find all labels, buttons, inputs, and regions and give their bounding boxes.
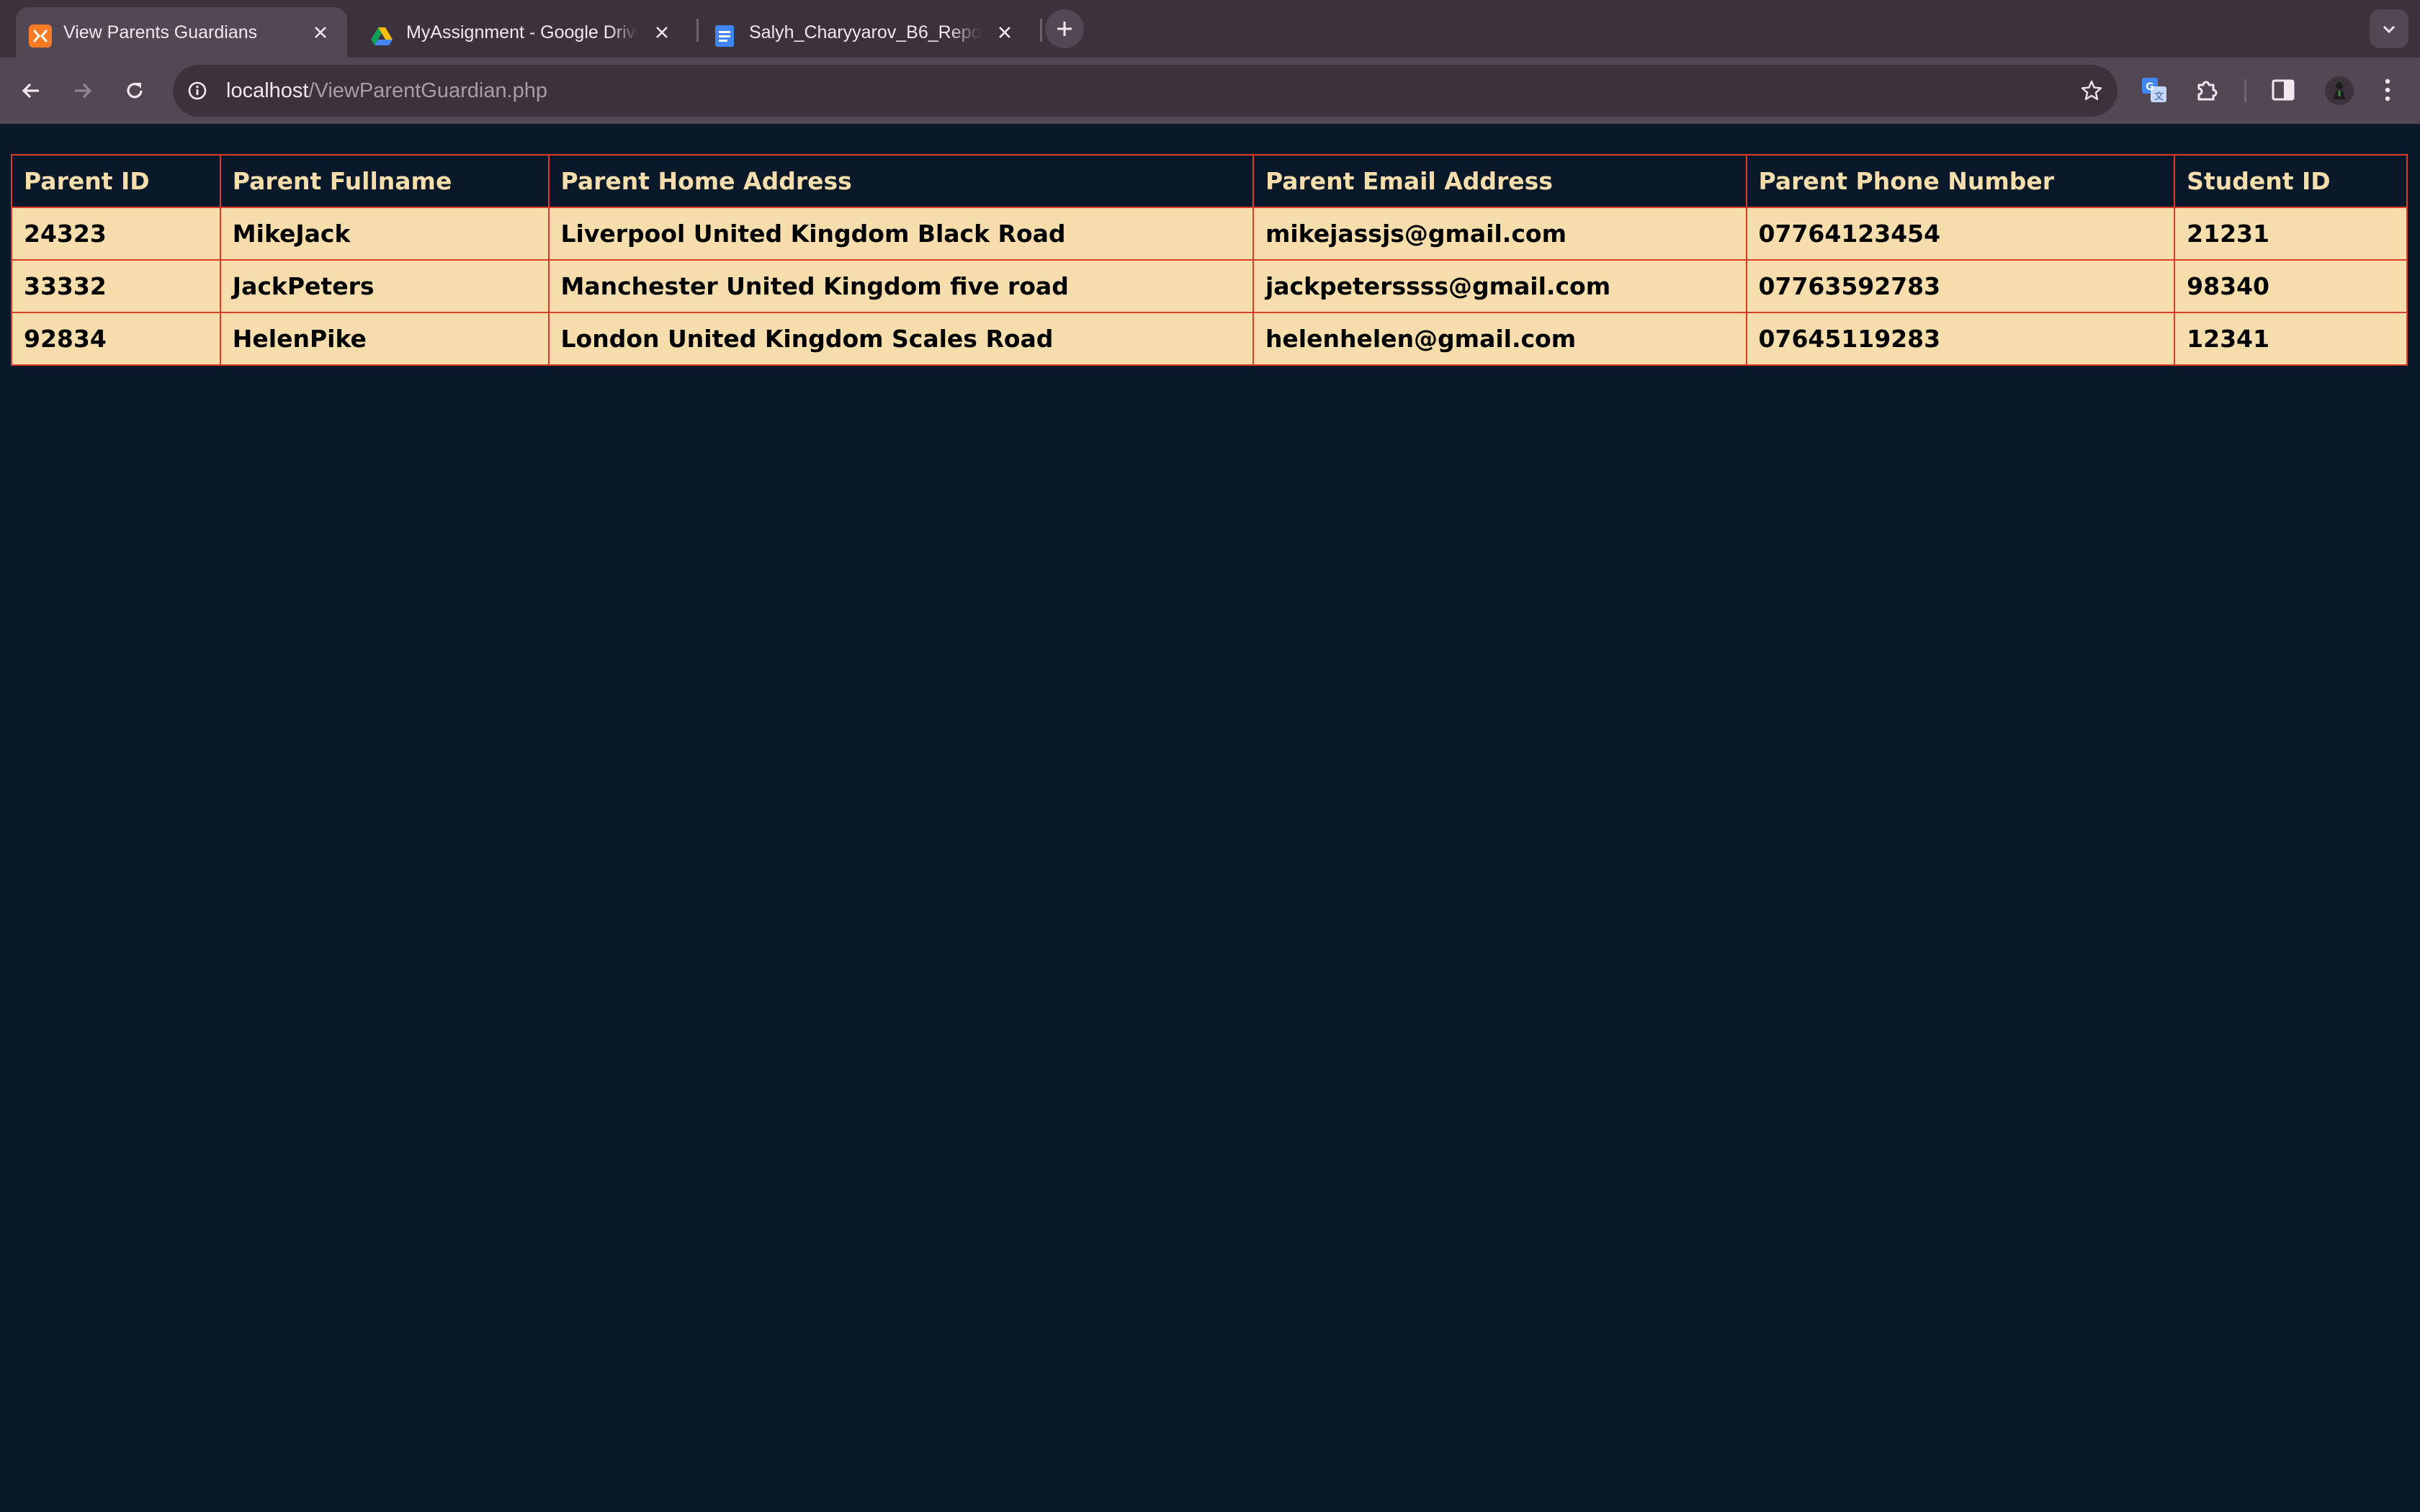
header-parent-email-address[interactable]: Parent Email Address — [1252, 154, 1747, 208]
page-content: Parent ID Parent Fullname Parent Home Ad… — [0, 124, 2420, 1512]
cell-parent-home-address: London United Kingdom Scales Road — [547, 312, 1254, 366]
cell-student-id: 21231 — [2174, 207, 2408, 261]
cell-parent-phone-number: 07763592783 — [1745, 259, 2176, 313]
close-tab-icon[interactable] — [992, 20, 1017, 45]
side-panel-icon[interactable] — [2271, 78, 2295, 102]
chevron-down-icon — [2383, 25, 2396, 34]
close-tab-icon[interactable] — [308, 20, 333, 45]
tab-title: Salyh_Charyyarov_B6_Report — [749, 22, 981, 42]
table-row: 24323 MikeJack Liverpool United Kingdom … — [11, 207, 2408, 261]
url-text[interactable]: localhost/ViewParentGuardian.php — [226, 65, 547, 117]
header-parent-id[interactable]: Parent ID — [11, 154, 221, 208]
browser-toolbar: localhost/ViewParentGuardian.php G 文 — [0, 58, 2420, 124]
tab-myassignment-google-drive[interactable]: MyAssignment - Google Drive — [356, 7, 689, 58]
header-student-id[interactable]: Student ID — [2174, 154, 2408, 208]
table-row: 92834 HelenPike London United Kingdom Sc… — [11, 312, 2408, 366]
reload-icon — [127, 83, 143, 99]
cell-parent-email-address: mikejassjs@gmail.com — [1252, 207, 1747, 261]
cell-parent-id: 33332 — [11, 259, 221, 313]
tab-title: MyAssignment - Google Drive — [406, 22, 638, 42]
cell-parent-id: 24323 — [11, 207, 221, 261]
url-host: localhost — [226, 79, 309, 102]
tab-view-parents-guardians[interactable]: View Parents Guardians — [16, 7, 347, 58]
svg-text:G: G — [2146, 81, 2154, 93]
forward-button[interactable] — [65, 73, 101, 109]
cell-parent-email-address: jackpeterssss@gmail.com — [1252, 259, 1747, 313]
cell-parent-phone-number: 07764123454 — [1745, 207, 2176, 261]
cell-parent-home-address: Liverpool United Kingdom Black Road — [547, 207, 1254, 261]
xampp-icon — [29, 24, 52, 48]
toolbar-separator — [2244, 79, 2246, 102]
svg-text:文: 文 — [2154, 91, 2164, 102]
close-tab-icon[interactable] — [650, 20, 674, 45]
cell-parent-home-address: Manchester United Kingdom five road — [547, 259, 1254, 313]
plus-icon — [1057, 22, 1072, 36]
google-translate-icon[interactable]: G 文 — [2141, 76, 2168, 104]
table-row: 33332 JackPeters Manchester United Kingd… — [11, 259, 2408, 313]
cell-parent-phone-number: 07645119283 — [1745, 312, 2176, 366]
parents-guardians-table: Parent ID Parent Fullname Parent Home Ad… — [11, 154, 2408, 366]
header-parent-phone-number[interactable]: Parent Phone Number — [1745, 154, 2176, 208]
reload-button[interactable] — [117, 73, 153, 109]
tab-strip: View Parents Guardians MyAssignment - Go… — [0, 0, 2420, 58]
cell-student-id: 98340 — [2174, 259, 2408, 313]
cell-parent-id: 92834 — [11, 312, 221, 366]
tab-salyh-charyyarov-report[interactable]: Salyh_Charyyarov_B6_Report — [699, 7, 1031, 58]
extensions-icon[interactable] — [2193, 76, 2220, 104]
cell-parent-fullname: MikeJack — [219, 207, 550, 261]
cell-student-id: 12341 — [2174, 312, 2408, 366]
header-parent-home-address[interactable]: Parent Home Address — [547, 154, 1254, 208]
profile-avatar-icon[interactable] — [2323, 75, 2355, 107]
address-bar[interactable]: localhost/ViewParentGuardian.php — [173, 65, 2118, 117]
tab-search-button[interactable] — [2370, 9, 2408, 48]
star-icon[interactable] — [2080, 79, 2103, 102]
more-options-icon[interactable] — [2377, 76, 2398, 104]
google-docs-icon — [715, 25, 734, 47]
cell-parent-fullname: HelenPike — [219, 312, 550, 366]
header-parent-fullname[interactable]: Parent Fullname — [219, 154, 550, 208]
cell-parent-email-address: helenhelen@gmail.com — [1252, 312, 1747, 366]
back-button[interactable] — [13, 73, 49, 109]
arrow-left-icon — [22, 83, 39, 99]
tab-title: View Parents Guardians — [63, 22, 258, 42]
new-tab-button[interactable] — [1045, 9, 1084, 48]
cell-parent-fullname: JackPeters — [219, 259, 550, 313]
site-info-icon[interactable] — [187, 81, 207, 101]
arrow-right-icon — [75, 83, 92, 99]
google-drive-icon — [371, 27, 393, 45]
url-path: /ViewParentGuardian.php — [308, 79, 548, 102]
tab-separator — [1040, 19, 1042, 42]
table-header-row: Parent ID Parent Fullname Parent Home Ad… — [11, 154, 2408, 208]
